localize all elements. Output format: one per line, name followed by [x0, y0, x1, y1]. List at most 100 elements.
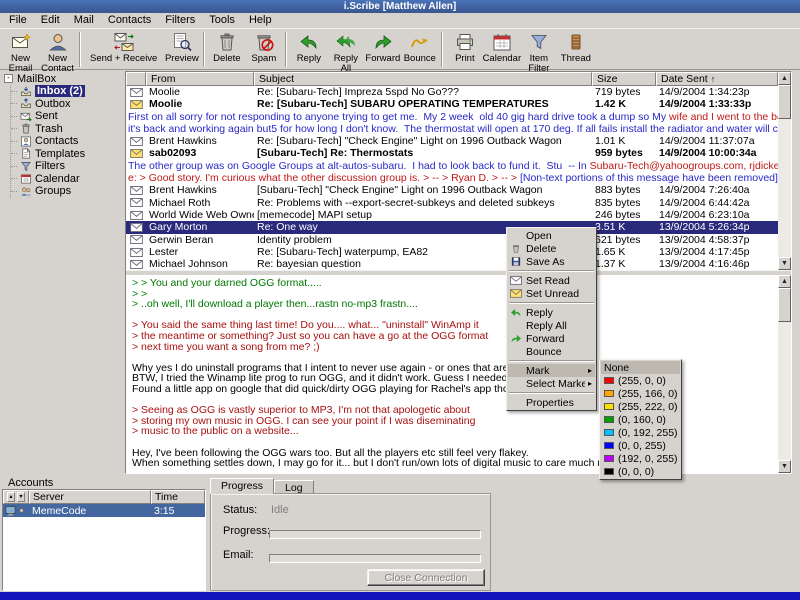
toolbar-spam-button[interactable]: Spam	[245, 30, 282, 69]
toolbar-forward-button[interactable]: Forward	[364, 30, 401, 69]
color-swatch	[604, 455, 614, 462]
mark-option-0-0-0[interactable]: (0, 0, 0)	[601, 465, 680, 478]
message-row[interactable]: Michael Roth Re: Problems with --export-s…	[126, 197, 778, 209]
scroll-up-icon[interactable]: ▲	[778, 72, 791, 85]
outbox-icon	[20, 98, 32, 109]
scrollbar-thumb[interactable]	[778, 288, 791, 322]
message-row[interactable]: World Wide Web Owner [memecode] MAPI setu…	[126, 209, 778, 221]
scroll-down-icon[interactable]: ▼	[778, 257, 791, 270]
folder-label: Inbox (2)	[35, 85, 85, 98]
folder-templates[interactable]: Templates	[11, 148, 124, 161]
toolbar-calendar-button[interactable]: Calendar	[483, 30, 521, 69]
folder-filters[interactable]: Filters	[11, 160, 124, 173]
context-menu-bounce[interactable]: Bounce	[508, 345, 595, 358]
toolbar-new-email-button[interactable]: New Email	[2, 30, 39, 73]
title-bar[interactable]: i.Scribe [Matthew Allen]	[0, 0, 800, 13]
folder-trash[interactable]: Trash	[11, 123, 124, 136]
account-row[interactable]: MemeCode 3:15	[3, 504, 205, 517]
menubar-item-mail[interactable]: Mail	[67, 13, 101, 28]
message-row[interactable]: Brent Hawkins Re: [Subaru-Tech] "Check En…	[126, 135, 778, 147]
folder-sent[interactable]: Sent	[11, 110, 124, 123]
message-row[interactable]: Brent Hawkins [Subaru-Tech] "Check Engine…	[126, 184, 778, 196]
calendar-small-icon	[20, 173, 32, 184]
close-connection-button[interactable]: Close Connection	[367, 569, 485, 586]
context-menu-properties[interactable]: Properties	[508, 396, 595, 409]
column-header-date-sent[interactable]: Date Sent ↑	[656, 72, 778, 86]
folder-inbox-2[interactable]: Inbox (2)	[11, 85, 124, 98]
scrollbar-thumb[interactable]	[778, 85, 791, 119]
column-header-from[interactable]: From	[146, 72, 254, 86]
menubar-item-filters[interactable]: Filters	[158, 13, 202, 28]
mail-list-scrollbar[interactable]: ▲ ▼	[778, 72, 791, 270]
menubar-item-edit[interactable]: Edit	[34, 13, 67, 28]
mark-option-0-160-0[interactable]: (0, 160, 0)	[601, 413, 680, 426]
mark-option-255-222-0[interactable]: (255, 222, 0)	[601, 400, 680, 413]
account-move-down-button[interactable]: ▾	[17, 492, 25, 502]
scroll-up-icon[interactable]: ▲	[778, 275, 791, 288]
toolbar-thread-button[interactable]: Thread	[557, 30, 594, 69]
mark-option-255-0-0[interactable]: (255, 0, 0)	[601, 374, 680, 387]
menu-item-label: Reply All	[526, 319, 567, 332]
folder-tree: - MailBox Inbox (2) Outbox Sent Trash Contacts…	[2, 72, 124, 472]
folder-groups[interactable]: Groups	[11, 185, 124, 198]
toolbar-send-receive-button[interactable]: Send + Receive	[84, 30, 163, 69]
mark-option-255-166-0[interactable]: (255, 166, 0)	[601, 387, 680, 400]
account-move-up-button[interactable]: ▴	[7, 492, 15, 502]
toolbar-print-button[interactable]: Print	[446, 30, 483, 69]
tab-progress[interactable]: Progress	[210, 478, 275, 494]
message-row[interactable]: Moolie Re: [Subaru-Tech] SUBARU OPERATING…	[126, 98, 778, 110]
mark-option-none[interactable]: None	[601, 361, 680, 374]
toolbar-preview-button[interactable]: Preview	[163, 30, 200, 69]
context-menu-open[interactable]: Open	[508, 229, 595, 242]
context-menu-reply[interactable]: Reply	[508, 306, 595, 319]
message-preview-snippet[interactable]: First on all sorry for not responding to…	[126, 111, 778, 123]
menubar-item-contacts[interactable]: Contacts	[101, 13, 158, 28]
folder-contacts[interactable]: Contacts	[11, 135, 124, 148]
message-row[interactable]: Lester Re: [Subaru-Tech] waterpump, EA82 1…	[126, 246, 778, 258]
message-row[interactable]: Gary Morton Re: One way 3.51 K 13/9/2004 5:…	[126, 221, 778, 234]
context-menu-mark[interactable]: Mark ▸	[508, 364, 595, 377]
context-menu-set-read[interactable]: Set Read	[508, 274, 595, 287]
mark-option-label: (255, 222, 0)	[618, 400, 677, 413]
scrollbar-track[interactable]	[778, 288, 791, 460]
message-row[interactable]: sab02093 [Subaru-Tech] Re: Thermostats 959…	[126, 147, 778, 159]
message-preview-snippet[interactable]: The other group was on Google Groups at …	[126, 160, 778, 172]
context-menu-delete[interactable]: Delete	[508, 242, 595, 255]
preview-scrollbar[interactable]: ▲ ▼	[778, 275, 791, 473]
context-menu-set-unread[interactable]: Set Unread	[508, 287, 595, 300]
toolbar-delete-button[interactable]: Delete	[208, 30, 245, 69]
scroll-down-icon[interactable]: ▼	[778, 460, 791, 473]
menubar-item-help[interactable]: Help	[242, 13, 279, 28]
menubar-item-file[interactable]: File	[2, 13, 34, 28]
tree-expander-icon[interactable]: -	[4, 74, 13, 83]
folder-root-mailbox[interactable]: - MailBox	[2, 72, 124, 85]
tab-log[interactable]: Log	[274, 480, 314, 494]
message-preview-snippet[interactable]: e: > Good story. I'm curious what the ot…	[126, 172, 778, 184]
folder-calendar[interactable]: Calendar	[11, 173, 124, 186]
column-header-icon[interactable]	[126, 72, 146, 86]
column-header-size[interactable]: Size	[592, 72, 656, 86]
context-menu-select-marked[interactable]: Select Marked▸	[508, 377, 595, 390]
message-row[interactable]: Gerwin Beran Identity problem 621 bytes 13/…	[126, 234, 778, 246]
toolbar-bounce-button[interactable]: Bounce	[401, 30, 438, 69]
column-header-server[interactable]: Server	[29, 490, 151, 504]
mark-option-0-0-255[interactable]: (0, 0, 255)	[601, 439, 680, 452]
context-menu-reply-all[interactable]: Reply All	[508, 319, 595, 332]
context-menu-save-as[interactable]: Save As	[508, 255, 595, 268]
mark-option-192-0-255[interactable]: (192, 0, 255)	[601, 452, 680, 465]
toolbar-item-filter-button[interactable]: Item Filter	[520, 30, 557, 73]
message-row[interactable]: Moolie Re: [Subaru-Tech] Impreza 5spd No …	[126, 86, 778, 98]
column-header-subject[interactable]: Subject	[254, 72, 592, 86]
scrollbar-track[interactable]	[778, 85, 791, 257]
toolbar-new-contact-button[interactable]: New Contact	[39, 30, 76, 73]
column-header-time[interactable]: Time	[151, 490, 205, 504]
message-date: 13/9/2004 4:17:45p	[659, 245, 750, 258]
mark-option-0-192-255[interactable]: (0, 192, 255)	[601, 426, 680, 439]
toolbar-reply-all-button[interactable]: Reply All	[327, 30, 364, 73]
toolbar-reply-button[interactable]: Reply	[290, 30, 327, 69]
context-menu-forward[interactable]: Forward	[508, 332, 595, 345]
folder-outbox[interactable]: Outbox	[11, 98, 124, 111]
message-preview-snippet[interactable]: it's back and working again but5 for how…	[126, 123, 778, 135]
message-row[interactable]: Michael Johnson Re: bayesian question 1.37…	[126, 258, 778, 270]
menubar-item-tools[interactable]: Tools	[202, 13, 242, 28]
